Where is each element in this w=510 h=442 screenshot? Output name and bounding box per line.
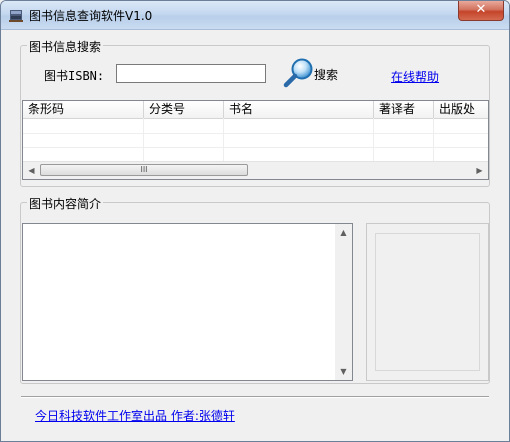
column-header-publisher[interactable]: 出版处 (434, 101, 488, 118)
horizontal-scroll-thumb[interactable]: III (40, 164, 248, 176)
book-cover-image-area (375, 233, 480, 371)
book-results-table[interactable]: 条形码 分类号 书名 著译者 出版处 ◀ III ▶ (22, 100, 489, 180)
horizontal-scrollbar[interactable]: ◀ III ▶ (23, 161, 488, 179)
search-group-legend: 图书信息搜索 (27, 38, 104, 55)
scroll-left-arrow-icon[interactable]: ◀ (23, 162, 40, 179)
search-button[interactable]: 搜索 (314, 66, 338, 83)
column-header-author[interactable]: 著译者 (374, 101, 434, 118)
close-button[interactable]: ✕ (458, 1, 504, 21)
row-divider (23, 147, 488, 148)
online-help-link[interactable]: 在线帮助 (391, 68, 439, 85)
column-divider (373, 118, 374, 163)
window-title: 图书信息查询软件V1.0 (29, 9, 153, 23)
column-divider (143, 118, 144, 163)
scroll-right-arrow-icon[interactable]: ▶ (471, 162, 488, 179)
book-summary-textarea[interactable] (22, 223, 353, 381)
scroll-down-arrow-icon[interactable]: ▼ (335, 363, 352, 380)
column-header-category[interactable]: 分类号 (144, 101, 224, 118)
book-app-icon (9, 10, 23, 22)
footer-divider (21, 396, 489, 398)
table-header: 条形码 分类号 书名 著译者 出版处 (23, 101, 488, 119)
isbn-input[interactable] (116, 64, 266, 83)
vertical-scrollbar[interactable]: ▲ ▼ (335, 224, 352, 380)
scroll-up-arrow-icon[interactable]: ▲ (335, 224, 352, 241)
column-header-barcode[interactable]: 条形码 (23, 101, 144, 118)
book-cover-box (366, 223, 489, 381)
row-divider (23, 133, 488, 134)
column-header-title[interactable]: 书名 (224, 101, 374, 118)
content-group-legend: 图书内容简介 (27, 195, 104, 212)
isbn-label: 图书ISBN: (44, 69, 105, 83)
column-divider (223, 118, 224, 163)
search-icon[interactable] (283, 57, 315, 89)
footer-credit-link[interactable]: 今日科技软件工作室出品 作者:张德轩 (35, 407, 235, 424)
main-window: 图书信息查询软件V1.0 ✕ 图书信息搜索 图书ISBN: 搜索 在线帮助 条形… (0, 0, 510, 442)
title-bar[interactable]: 图书信息查询软件V1.0 ✕ (1, 1, 509, 30)
column-divider (433, 118, 434, 163)
